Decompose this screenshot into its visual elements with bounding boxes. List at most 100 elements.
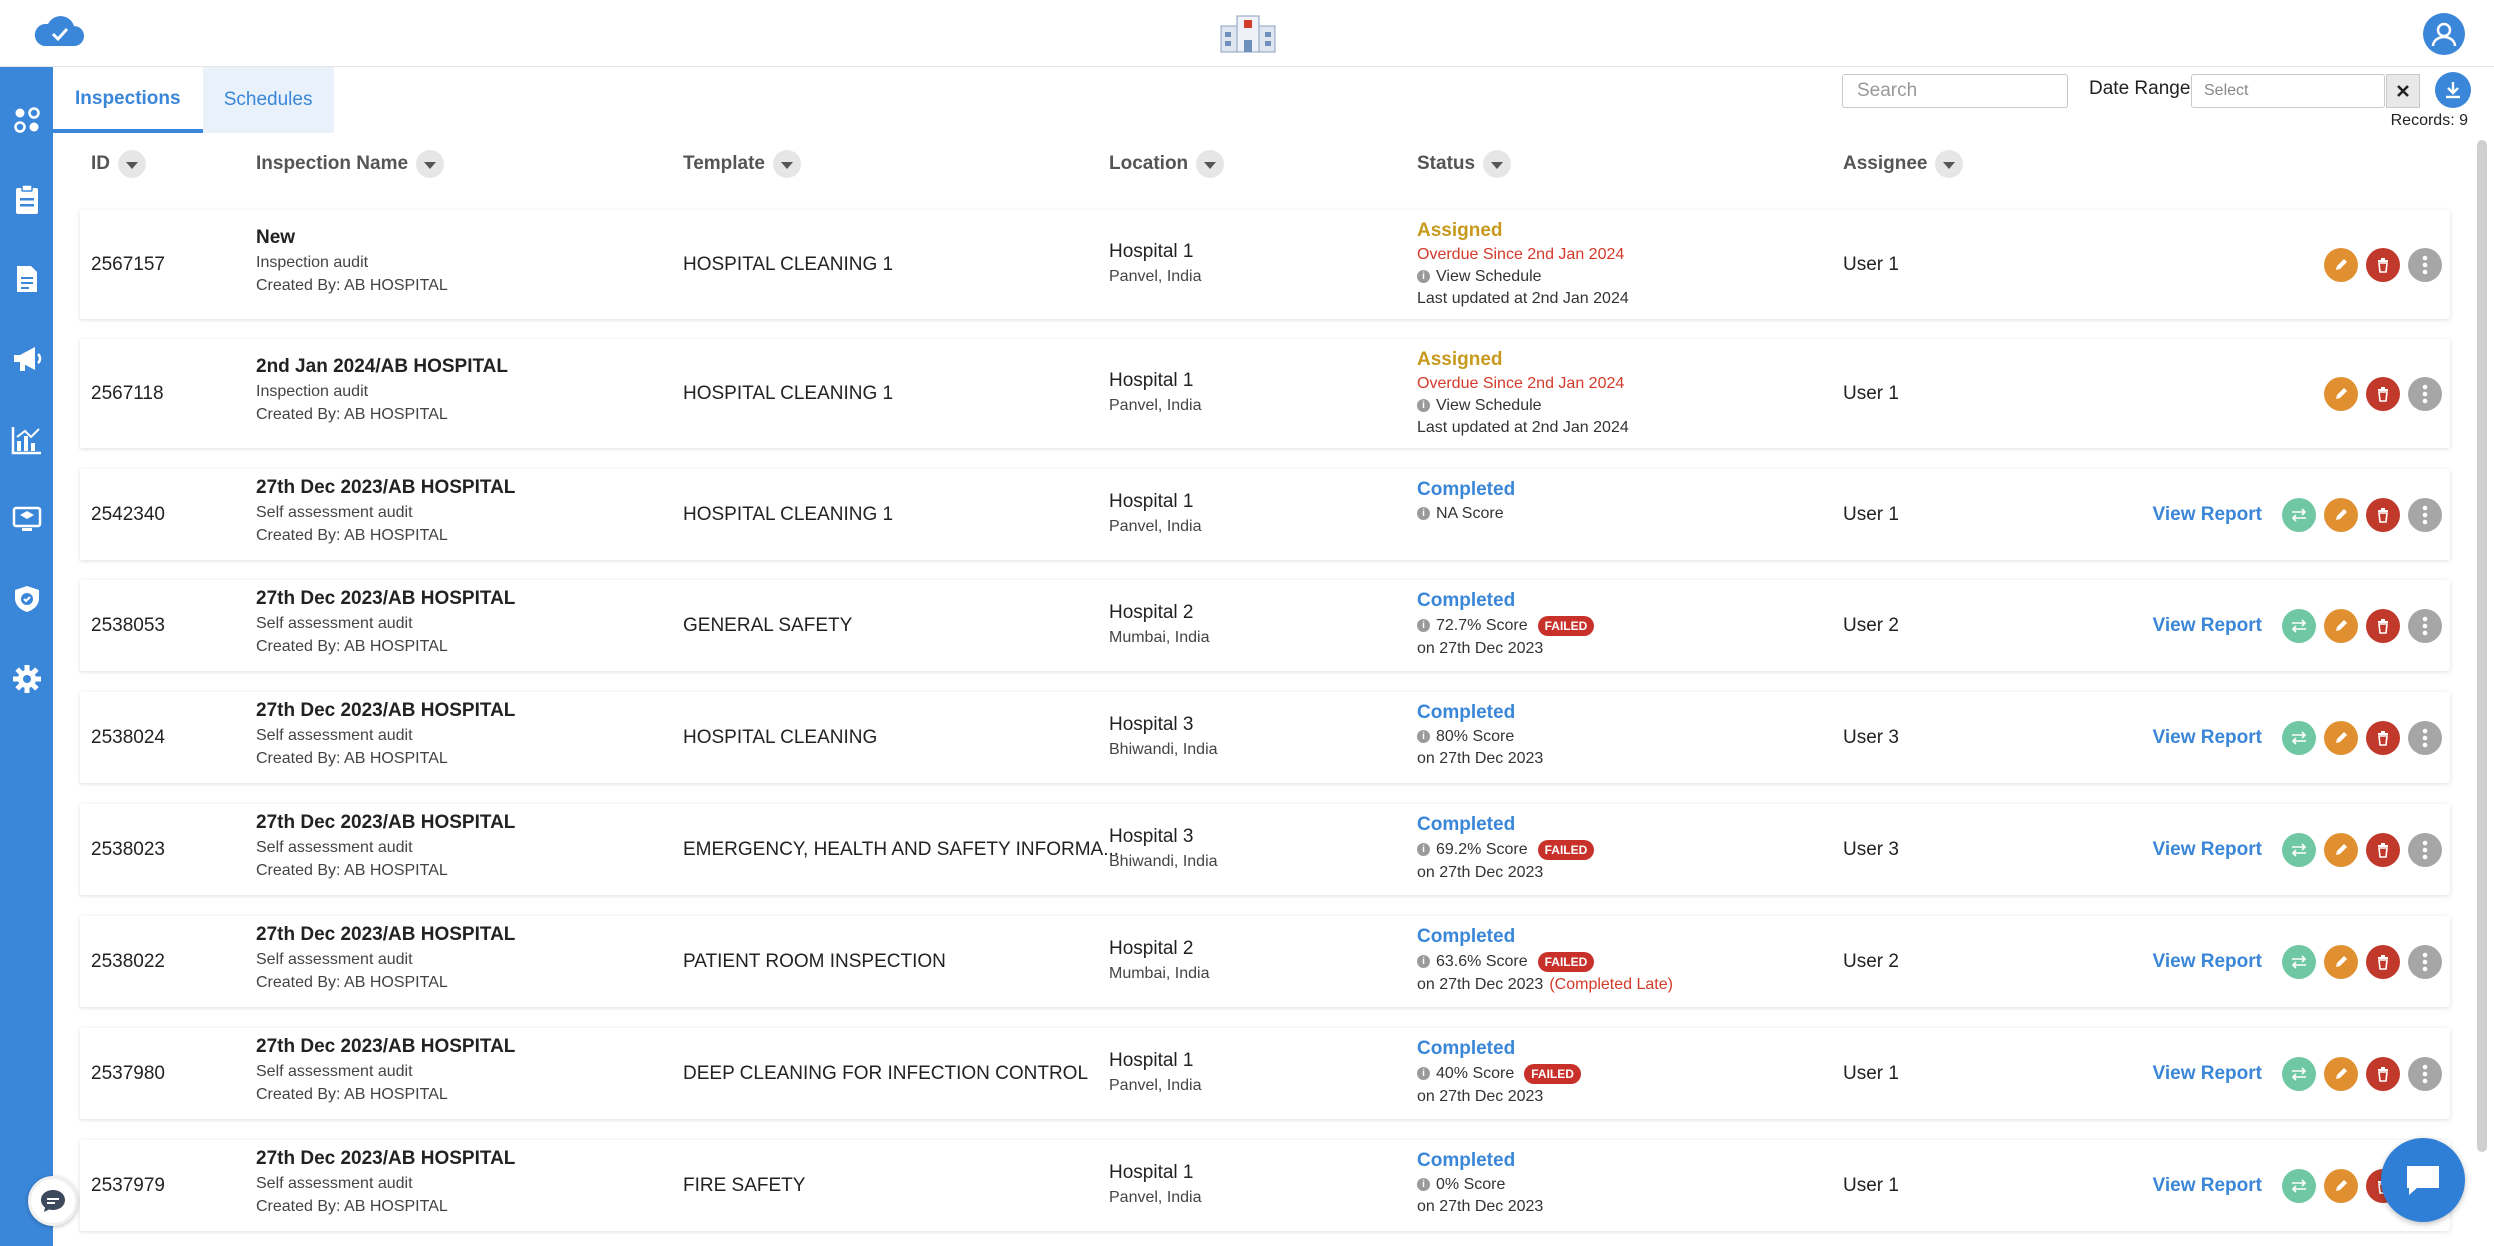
delete-trash-icon[interactable]: [2366, 720, 2400, 755]
table-row[interactable]: 2538053 27th Dec 2023/AB HOSPITAL Self ass…: [80, 580, 2450, 671]
sort-icon[interactable]: [773, 150, 802, 178]
column-template[interactable]: Template: [683, 150, 802, 178]
reassign-icon[interactable]: [2282, 497, 2316, 532]
edit-pencil-icon[interactable]: [2324, 944, 2358, 979]
inspection-name[interactable]: 27th Dec 2023/AB HOSPITAL: [256, 924, 515, 946]
clipboard-icon[interactable]: [10, 183, 44, 217]
sort-icon[interactable]: [118, 150, 146, 178]
delete-trash-icon[interactable]: [2366, 832, 2400, 867]
download-icon[interactable]: [2435, 72, 2471, 108]
status-cell: Completed i 63.6% Score FAILED on 27th Dec 2…: [1417, 926, 1673, 994]
edit-pencil-icon[interactable]: [2324, 720, 2358, 755]
table-row[interactable]: 2538024 27th Dec 2023/AB HOSPITAL Self ass…: [80, 692, 2450, 783]
sort-icon[interactable]: [1483, 150, 1512, 178]
edit-pencil-icon[interactable]: [2324, 1056, 2358, 1091]
view-report-link[interactable]: View Report: [2153, 615, 2262, 637]
dashboard-icon[interactable]: [10, 103, 44, 137]
view-report-link[interactable]: View Report: [2153, 1063, 2262, 1085]
edit-pencil-icon[interactable]: [2324, 832, 2358, 867]
chat-icon[interactable]: [28, 1176, 78, 1226]
column-id[interactable]: ID: [91, 150, 146, 178]
user-avatar-icon[interactable]: [2423, 13, 2465, 55]
more-options-icon[interactable]: [2408, 720, 2442, 755]
more-options-icon[interactable]: [2408, 608, 2442, 643]
tab-inspections[interactable]: Inspections: [53, 67, 203, 133]
completed-date: on 27th Dec 2023: [1417, 640, 1594, 658]
column-location[interactable]: Location: [1109, 150, 1225, 178]
column-assignee[interactable]: Assignee: [1843, 150, 1964, 178]
inspection-name[interactable]: New: [256, 227, 448, 249]
inspection-name[interactable]: 2nd Jan 2024/AB HOSPITAL: [256, 356, 508, 378]
more-options-icon[interactable]: [2408, 832, 2442, 867]
edit-pencil-icon[interactable]: [2324, 608, 2358, 643]
more-options-icon[interactable]: [2408, 944, 2442, 979]
inspection-name[interactable]: 27th Dec 2023/AB HOSPITAL: [256, 1148, 515, 1170]
location-name: Hospital 1: [1109, 369, 1194, 391]
view-report-link[interactable]: View Report: [2153, 727, 2262, 749]
more-options-icon[interactable]: [2408, 376, 2442, 411]
score-text: 63.6% Score: [1436, 952, 1528, 970]
table-row[interactable]: 2538023 27th Dec 2023/AB HOSPITAL Self ass…: [80, 804, 2450, 895]
view-schedule-text[interactable]: View Schedule: [1436, 397, 1542, 415]
analytics-icon[interactable]: [10, 423, 44, 457]
inspection-name[interactable]: 27th Dec 2023/AB HOSPITAL: [256, 588, 515, 610]
table-row[interactable]: 2567157 New Inspection audit Created By: AB…: [80, 210, 2450, 319]
edit-pencil-icon[interactable]: [2324, 497, 2358, 532]
view-report-link[interactable]: View Report: [2153, 1175, 2262, 1197]
delete-trash-icon[interactable]: [2366, 1056, 2400, 1091]
table-row[interactable]: 2542340 27th Dec 2023/AB HOSPITAL Self ass…: [80, 469, 2450, 560]
document-icon[interactable]: [10, 262, 44, 296]
delete-trash-icon[interactable]: [2366, 944, 2400, 979]
delete-trash-icon[interactable]: [2366, 376, 2400, 411]
settings-gear-icon[interactable]: [10, 662, 44, 696]
view-report-link[interactable]: View Report: [2153, 504, 2262, 526]
megaphone-icon[interactable]: [10, 342, 44, 376]
view-schedule-link[interactable]: i View Schedule: [1417, 268, 1629, 286]
delete-trash-icon[interactable]: [2366, 608, 2400, 643]
table-row[interactable]: 2567118 2nd Jan 2024/AB HOSPITAL Inspectio…: [80, 339, 2450, 448]
template-name: FIRE SAFETY: [683, 1174, 806, 1196]
table-row[interactable]: 2537979 27th Dec 2023/AB HOSPITAL Self ass…: [80, 1140, 2450, 1231]
location-name: Hospital 3: [1109, 825, 1194, 847]
reassign-icon[interactable]: [2282, 832, 2316, 867]
view-report-link[interactable]: View Report: [2153, 839, 2262, 861]
inspection-name[interactable]: 27th Dec 2023/AB HOSPITAL: [256, 1036, 515, 1058]
edit-pencil-icon[interactable]: [2324, 376, 2358, 411]
search-input[interactable]: Search: [1842, 74, 2068, 108]
chat-icon[interactable]: [2381, 1138, 2465, 1222]
clear-date-button[interactable]: [2386, 74, 2420, 108]
view-schedule-text[interactable]: View Schedule: [1436, 268, 1542, 286]
assignee-name: User 3: [1843, 726, 1899, 748]
vertical-scrollbar[interactable]: [2477, 140, 2487, 1152]
reassign-icon[interactable]: [2282, 1056, 2316, 1091]
cloud-check-icon[interactable]: [30, 16, 86, 50]
sort-icon[interactable]: [1935, 150, 1964, 178]
inspection-name[interactable]: 27th Dec 2023/AB HOSPITAL: [256, 812, 515, 834]
edit-pencil-icon[interactable]: [2324, 1168, 2358, 1203]
reassign-icon[interactable]: [2282, 1168, 2316, 1203]
sort-icon[interactable]: [416, 150, 445, 178]
table-row[interactable]: 2537980 27th Dec 2023/AB HOSPITAL Self ass…: [80, 1028, 2450, 1119]
column-inspection-name[interactable]: Inspection Name: [256, 150, 445, 178]
more-options-icon[interactable]: [2408, 247, 2442, 282]
more-options-icon[interactable]: [2408, 1056, 2442, 1091]
reassign-icon[interactable]: [2282, 720, 2316, 755]
edit-pencil-icon[interactable]: [2324, 247, 2358, 282]
view-schedule-link[interactable]: i View Schedule: [1417, 397, 1629, 415]
view-report-link[interactable]: View Report: [2153, 951, 2262, 973]
delete-trash-icon[interactable]: [2366, 497, 2400, 532]
sort-icon[interactable]: [1196, 150, 1225, 178]
inspection-name[interactable]: 27th Dec 2023/AB HOSPITAL: [256, 700, 515, 722]
score-text: 69.2% Score: [1436, 840, 1528, 858]
reassign-icon[interactable]: [2282, 944, 2316, 979]
date-range-select[interactable]: Select: [2191, 74, 2385, 108]
column-status[interactable]: Status: [1417, 150, 1512, 178]
table-row[interactable]: 2538022 27th Dec 2023/AB HOSPITAL Self ass…: [80, 916, 2450, 1007]
shield-check-icon[interactable]: [10, 582, 44, 616]
inspection-name[interactable]: 27th Dec 2023/AB HOSPITAL: [256, 477, 515, 499]
delete-trash-icon[interactable]: [2366, 247, 2400, 282]
more-options-icon[interactable]: [2408, 497, 2442, 532]
reassign-icon[interactable]: [2282, 608, 2316, 643]
tab-schedules[interactable]: Schedules: [202, 67, 334, 133]
training-icon[interactable]: [10, 502, 44, 536]
